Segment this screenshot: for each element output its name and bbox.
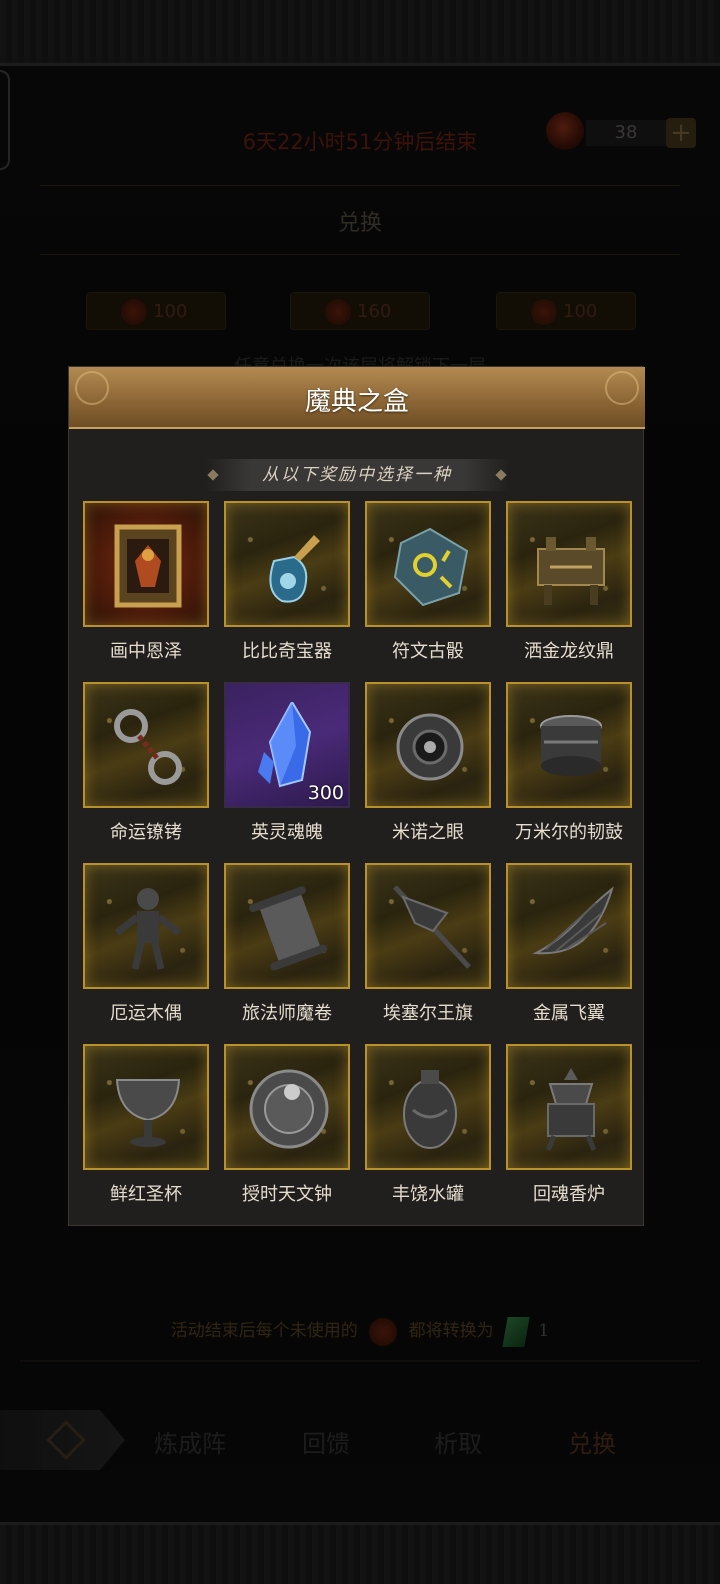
framed-portrait-icon [114, 524, 182, 608]
item-quantity: 300 [307, 782, 344, 804]
reward-item[interactable]: 回魂香炉 [506, 1044, 632, 1214]
reward-item[interactable]: 旅法师魔卷 [224, 863, 350, 1033]
blue-crystal-icon [258, 702, 312, 788]
bronze-cauldron-icon [537, 537, 605, 605]
reward-label: 比比奇宝器 [242, 641, 332, 662]
reward-item[interactable]: 命运镣铐 [83, 682, 209, 852]
reward-icon-frame [506, 1044, 632, 1170]
puppet-icon [114, 888, 182, 970]
reward-label: 画中恩泽 [110, 641, 182, 662]
reward-item[interactable]: 符文古骰 [365, 501, 491, 671]
reward-label: 命运镣铐 [110, 822, 182, 843]
modal-header: 魔典之盒 [69, 367, 645, 429]
incense-burner-icon [545, 1068, 597, 1151]
reward-item[interactable]: 300 英灵魂魄 [224, 682, 350, 852]
reward-icon-frame [365, 863, 491, 989]
reward-label: 授时天文钟 [242, 1184, 332, 1205]
reward-item[interactable]: 画中恩泽 [83, 501, 209, 671]
reward-item[interactable]: 金属飞翼 [506, 863, 632, 1033]
reward-label: 丰饶水罐 [392, 1184, 464, 1205]
reward-item[interactable]: 授时天文钟 [224, 1044, 350, 1214]
reward-icon-frame [506, 501, 632, 627]
reward-icon-frame [365, 682, 491, 808]
reward-icon-frame [83, 1044, 209, 1170]
banner-icon [393, 885, 471, 969]
spiked-shackles-icon [114, 709, 182, 785]
reward-label: 米诺之眼 [392, 822, 464, 843]
reward-label: 金属飞翼 [533, 1003, 605, 1024]
reward-icon-frame [365, 501, 491, 627]
reward-item[interactable]: 鲜红圣杯 [83, 1044, 209, 1214]
reward-label: 厄运木偶 [110, 1003, 182, 1024]
reward-icon-frame [365, 1044, 491, 1170]
reward-item[interactable]: 丰饶水罐 [365, 1044, 491, 1214]
water-jar-icon [403, 1070, 457, 1149]
eye-orb-icon [396, 713, 464, 781]
chalice-icon [115, 1079, 181, 1147]
modal-subtitle: 从以下奖励中选择一种 [205, 459, 509, 491]
reward-label: 鲜红圣杯 [110, 1184, 182, 1205]
reward-icon-frame [506, 863, 632, 989]
astronomical-clock-icon [249, 1069, 329, 1149]
reward-label: 万米尔的韧鼓 [515, 822, 623, 843]
reward-icon-frame [83, 863, 209, 989]
reward-label: 洒金龙纹鼎 [524, 641, 614, 662]
reward-item[interactable]: 米诺之眼 [365, 682, 491, 852]
reward-label: 旅法师魔卷 [242, 1003, 332, 1024]
reward-label: 埃塞尔王旗 [383, 1003, 473, 1024]
reward-item[interactable]: 埃塞尔王旗 [365, 863, 491, 1033]
scroll-icon [249, 886, 328, 971]
reward-item[interactable]: 厄运木偶 [83, 863, 209, 1033]
reward-icon-frame [224, 501, 350, 627]
reward-label: 英灵魂魄 [251, 822, 323, 843]
reward-icon-frame [224, 1044, 350, 1170]
modal-title: 魔典之盒 [304, 387, 409, 417]
reward-item[interactable]: 比比奇宝器 [224, 501, 350, 671]
reward-icon-frame [224, 863, 350, 989]
rune-dice-icon [393, 527, 469, 607]
glowing-flask-icon [269, 535, 320, 603]
metal-wing-icon [532, 886, 614, 955]
reward-icon-frame [83, 501, 209, 627]
reward-label: 符文古骰 [392, 641, 464, 662]
reward-choice-modal: 魔典之盒 从以下奖励中选择一种 画中恩泽 比比奇宝器 符文古骰 洒金龙纹鼎 命运… [68, 366, 645, 1226]
drum-icon [540, 715, 602, 776]
reward-icon-frame [83, 682, 209, 808]
reward-label: 回魂香炉 [533, 1184, 605, 1205]
reward-item[interactable]: 洒金龙纹鼎 [506, 501, 632, 671]
reward-icon-frame [506, 682, 632, 808]
reward-item[interactable]: 万米尔的韧鼓 [506, 682, 632, 852]
reward-icon-frame: 300 [224, 682, 350, 808]
